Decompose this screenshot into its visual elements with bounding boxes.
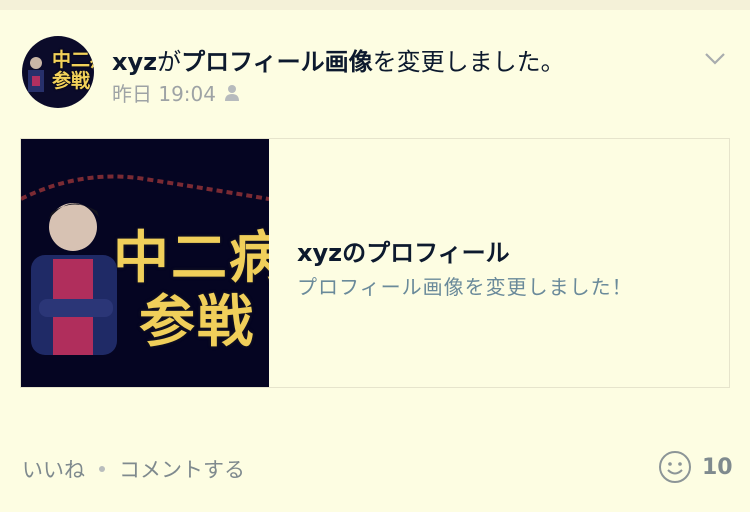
timeline-post: 中二病参戦 xyzがプロフィール画像を変更しました。 昨日 19:04 中二病 — [0, 0, 750, 512]
top-divider — [0, 0, 750, 10]
post-action-rest: を変更しました。 — [372, 48, 565, 76]
post-particle: が — [157, 48, 182, 76]
reaction-summary[interactable]: 10 — [658, 450, 733, 484]
post-header: xyzがプロフィール画像を変更しました。 — [112, 42, 565, 77]
comment-button[interactable]: コメントする — [119, 454, 245, 484]
link-card-title: xyzのプロフィール — [297, 239, 510, 267]
avatar[interactable]: 中二病参戦 — [22, 36, 94, 108]
reaction-count: 10 — [702, 454, 733, 480]
link-card-subtitle: プロフィール画像を変更しました！ — [297, 275, 633, 299]
post-time: 昨日 19:04 — [112, 82, 216, 106]
post-meta: 昨日 19:04 — [112, 78, 240, 107]
avatar-person-image — [28, 57, 44, 92]
smiley-icon — [659, 451, 691, 483]
post-user-name[interactable]: xyz — [112, 48, 157, 76]
thumbnail-text-line2: 参戦 — [139, 290, 255, 355]
separator-dot — [99, 466, 105, 472]
like-button[interactable]: いいね — [22, 454, 85, 484]
link-preview-card[interactable]: 中二病 参戦 xyzのプロフィール プロフィール画像を変更しました！ — [20, 138, 730, 388]
avatar-text: 中二病参戦 — [52, 49, 94, 92]
link-thumbnail: 中二病 参戦 — [21, 139, 269, 387]
post-actions: いいね コメントする — [22, 454, 245, 484]
person-icon — [225, 84, 239, 101]
post-action-bold: プロフィール画像 — [181, 48, 373, 76]
chevron-down-icon[interactable] — [704, 50, 726, 66]
